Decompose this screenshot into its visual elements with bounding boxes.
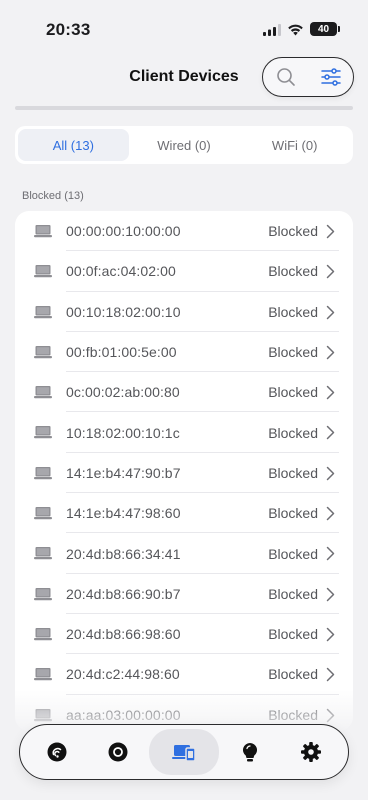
laptop-icon (34, 426, 52, 439)
tab-devices[interactable] (148, 729, 219, 775)
gear-icon (301, 742, 322, 762)
cellular-signal-icon (263, 24, 281, 36)
tab-router[interactable] (27, 729, 87, 775)
device-status: Blocked (268, 303, 318, 320)
chevron-right-icon (326, 385, 335, 400)
chevron-right-icon (326, 426, 335, 440)
device-mac: 00:10:18:02:00:10 (66, 303, 181, 320)
device-status: Blocked (268, 424, 318, 441)
device-mac: 20:4d:b8:66:98:60 (66, 626, 181, 643)
laptop-icon (34, 265, 52, 278)
tab-smart-home[interactable] (220, 729, 280, 775)
tab-settings[interactable] (281, 729, 341, 775)
device-row[interactable]: 00:0f:ac:04:02:00 Blocked (15, 251, 353, 292)
device-mac: 14:1e:b4:47:90:b7 (66, 464, 181, 481)
device-row[interactable]: 0c:00:02:ab:00:80 Blocked (15, 372, 353, 413)
laptop-icon (34, 547, 52, 560)
bottom-tab-bar (19, 724, 349, 780)
chevron-right-icon (326, 305, 335, 319)
device-row[interactable]: 10:18:02:00:10:1c Blocked (15, 412, 353, 453)
laptop-icon (34, 587, 52, 600)
device-row[interactable]: 00:10:18:02:00:10 Blocked (15, 292, 353, 332)
device-status: Blocked (268, 666, 318, 683)
tab-all[interactable]: All (13) (18, 129, 129, 161)
device-mac: 20:4d:b8:66:90:b7 (66, 585, 181, 602)
device-row[interactable]: 20:4d:b8:66:90:b7 Blocked (15, 574, 353, 614)
client-devices-screen: 20:33 40 Client Devices All (13) Wired (… (0, 0, 368, 800)
chevron-right-icon (326, 224, 335, 239)
laptop-icon (34, 466, 52, 479)
device-row[interactable]: 20:4d:b8:66:98:60 Blocked (15, 614, 353, 655)
wifi-icon (288, 24, 303, 36)
search-icon (276, 68, 295, 86)
chevron-right-icon (326, 627, 335, 642)
chevron-right-icon (326, 547, 335, 561)
chevron-right-icon (326, 506, 335, 521)
chevron-right-icon (326, 265, 335, 279)
tab-wifi[interactable]: WiFi (0) (239, 129, 350, 161)
device-row[interactable]: 00:fb:01:00:5e:00 Blocked (15, 332, 353, 373)
device-row[interactable]: 20:4d:c2:44:98:60 Blocked (15, 654, 353, 695)
laptop-icon (34, 305, 52, 318)
status-bar: 20:33 40 (0, 0, 368, 56)
laptop-icon (34, 386, 52, 399)
device-row[interactable]: 00:00:00:10:00:00 Blocked (15, 211, 353, 252)
device-row[interactable]: 14:1e:b4:47:90:b7 Blocked (15, 453, 353, 494)
laptop-icon (34, 507, 52, 520)
router-icon (47, 742, 67, 762)
lightbulb-icon (243, 743, 258, 762)
laptop-icon (34, 627, 52, 641)
devices-icon (171, 745, 196, 762)
device-status: Blocked (268, 223, 318, 240)
laptop-icon (34, 668, 52, 681)
device-status: Blocked (268, 545, 318, 562)
header-divider (15, 106, 353, 110)
chevron-right-icon (326, 345, 335, 360)
device-status: Blocked (268, 464, 318, 481)
device-mac: 20:4d:b8:66:34:41 (66, 545, 181, 562)
device-mac: 00:0f:ac:04:02:00 (66, 263, 176, 280)
device-mac: 0c:00:02:ab:00:80 (66, 384, 180, 401)
battery-level: 40 (317, 23, 330, 35)
search-button[interactable] (271, 62, 301, 92)
device-status: Blocked (268, 344, 318, 361)
filter-sliders-icon (320, 68, 341, 86)
tab-wired[interactable]: Wired (0) (129, 129, 240, 161)
device-row[interactable]: 14:1e:b4:47:98:60 Blocked (15, 493, 353, 534)
device-mac: 00:fb:01:00:5e:00 (66, 344, 177, 361)
device-status: Blocked (268, 626, 318, 643)
device-mac: 14:1e:b4:47:98:60 (66, 505, 181, 522)
filter-button[interactable] (316, 62, 346, 92)
connection-filter-tabs: All (13) Wired (0) WiFi (0) (15, 126, 353, 164)
device-mac: 10:18:02:00:10:1c (66, 424, 180, 441)
device-row[interactable]: 20:4d:b8:66:34:41 Blocked (15, 533, 353, 574)
device-status: Blocked (268, 585, 318, 602)
status-time: 20:33 (46, 20, 91, 39)
device-status: Blocked (268, 384, 318, 401)
device-status: Blocked (268, 263, 318, 280)
header-actions (262, 57, 354, 97)
circle-icon (108, 742, 128, 762)
device-mac: 00:00:00:10:00:00 (66, 223, 181, 240)
laptop-icon (34, 225, 52, 238)
device-list: 00:00:00:10:00:00 Blocked 00:0f:ac:04:02:0… (15, 211, 353, 731)
chevron-right-icon (326, 587, 335, 601)
tab-status[interactable] (88, 729, 148, 775)
section-header-blocked: Blocked (13) (22, 190, 84, 202)
device-status: Blocked (268, 505, 318, 522)
laptop-icon (34, 345, 52, 359)
chevron-right-icon (326, 466, 335, 481)
device-mac: 20:4d:c2:44:98:60 (66, 666, 180, 683)
chevron-right-icon (326, 668, 335, 682)
battery-indicator: 40 (310, 22, 340, 36)
